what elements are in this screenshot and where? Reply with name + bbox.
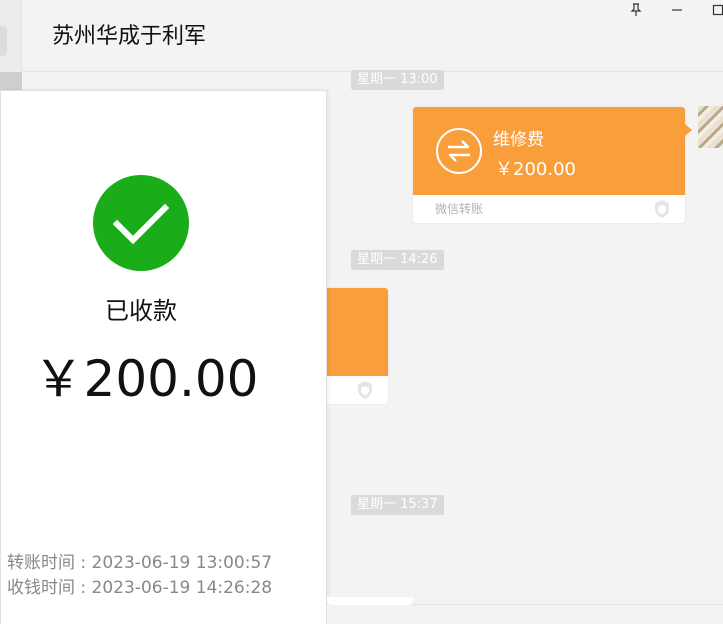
shield-icon (356, 380, 374, 404)
minimize-icon[interactable] (665, 0, 689, 20)
partial-message-bubble (327, 597, 413, 605)
sidebar-tab-stub[interactable] (0, 26, 7, 56)
transfer-time-label: 转账时间 : (7, 553, 92, 573)
chat-header: 苏州华成于利军 (22, 0, 723, 72)
transfer-amount: ￥200.00 (495, 159, 576, 180)
bubble-tail (685, 124, 692, 136)
transfer-time-value: 2023-06-19 13:00:57 (91, 553, 273, 573)
receive-time-label: 收钱时间 : (7, 578, 92, 598)
time-label: 星期一 13:00 (351, 70, 444, 90)
transfer-time-row: 转账时间 : 2023-06-19 13:00:57 (7, 548, 272, 573)
transfer-card-body: 维修费 ￥200.00 (413, 107, 685, 195)
pin-icon[interactable] (624, 0, 648, 20)
transfer-icon (435, 127, 483, 175)
receive-time-value: 2023-06-19 14:26:28 (91, 578, 273, 598)
transfer-message-card[interactable]: 维修费 ￥200.00 微信转账 (412, 106, 686, 224)
transfer-card-footer: 微信转账 (413, 195, 685, 223)
avatar[interactable] (698, 106, 723, 148)
receipt-amount: ￥200.00 (33, 350, 259, 408)
shield-icon (653, 199, 671, 223)
receipt-status: 已收款 (105, 297, 177, 325)
chat-title: 苏州华成于利军 (52, 24, 207, 49)
sidebar-divider (0, 72, 22, 92)
check-icon (93, 175, 189, 271)
transfer-footer-label: 微信转账 (435, 202, 484, 216)
maximize-icon[interactable] (706, 0, 723, 20)
receipt-detail-panel: 已收款 ￥200.00 转账时间 : 2023-06-19 13:00:57 收… (0, 90, 327, 624)
transfer-note: 维修费 (493, 130, 544, 150)
time-label: 星期一 15:37 (351, 495, 444, 515)
input-area-border (327, 597, 723, 624)
receive-time-row: 收钱时间 : 2023-06-19 14:26:28 (7, 573, 272, 598)
time-label: 星期一 14:26 (351, 250, 444, 270)
